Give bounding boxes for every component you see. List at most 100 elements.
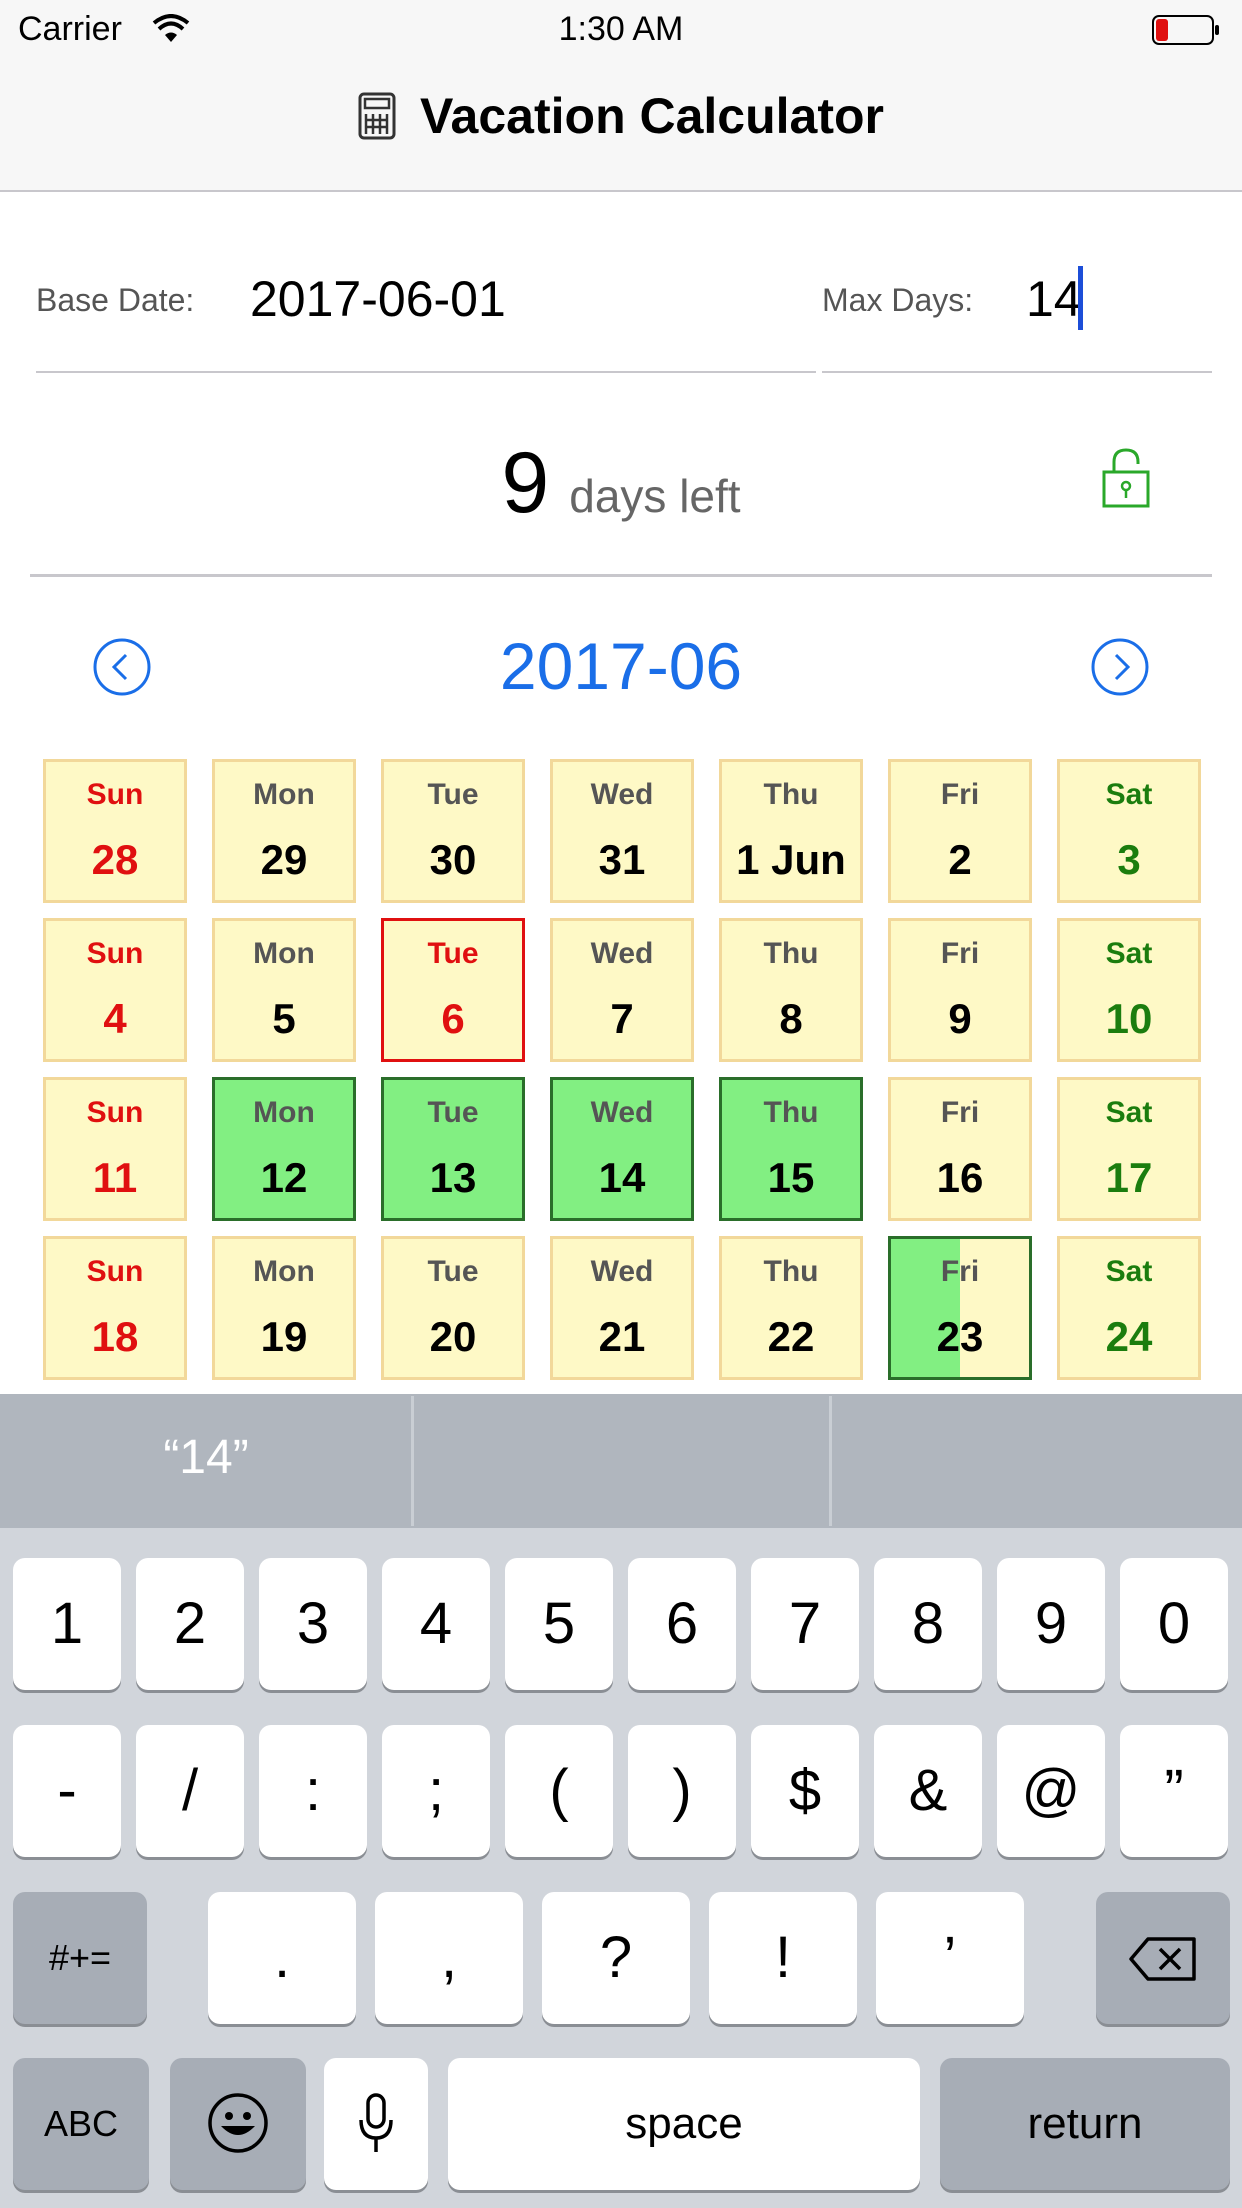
punctuation-key[interactable]: . (208, 1892, 356, 2024)
emoji-icon (208, 2093, 268, 2153)
punctuation-key[interactable]: ’ (876, 1892, 1024, 2024)
weekday-label: Thu (763, 937, 819, 970)
calendar-day-cell[interactable]: Mon 29 (212, 759, 356, 903)
calendar-day-cell[interactable]: Mon 5 (212, 918, 356, 1062)
calendar-day-cell[interactable]: Fri 23 (888, 1236, 1032, 1380)
backspace-icon (1129, 1937, 1196, 1981)
date-number: 30 (429, 836, 477, 883)
digit-key[interactable]: 7 (751, 1558, 859, 1690)
calendar-day-cell[interactable]: Tue 6 (381, 918, 525, 1062)
date-number: 15 (767, 1154, 815, 1201)
calendar-day-cell[interactable]: Wed 7 (550, 918, 694, 1062)
calendar-day-cell[interactable]: Sun 11 (43, 1077, 187, 1221)
weekday-label: Sat (1105, 937, 1153, 970)
digit-key[interactable]: 5 (505, 1558, 613, 1690)
date-number: 24 (1105, 1313, 1153, 1360)
digit-key[interactable]: 2 (136, 1558, 244, 1690)
date-number: 20 (429, 1313, 477, 1360)
date-number: 19 (260, 1313, 308, 1360)
calendar-day-cell[interactable]: Fri 2 (888, 759, 1032, 903)
calendar-day-cell[interactable]: Sat 3 (1057, 759, 1201, 903)
weekday-label: Sat (1105, 1255, 1153, 1288)
calendar-day-cell[interactable]: Tue 20 (381, 1236, 525, 1380)
calendar-day-cell[interactable]: Sun 18 (43, 1236, 187, 1380)
calendar-day-cell[interactable]: Sat 24 (1057, 1236, 1201, 1380)
weekday-label: Sat (1105, 1096, 1153, 1129)
weekday-label: Mon (253, 1255, 315, 1288)
symbol-key[interactable]: : (259, 1725, 367, 1857)
calendar-day-cell[interactable]: Thu 8 (719, 918, 863, 1062)
digit-key[interactable]: 6 (628, 1558, 736, 1690)
symbol-key[interactable]: ) (628, 1725, 736, 1857)
symbol-key[interactable]: ” (1120, 1725, 1228, 1857)
weekday-label: Sun (86, 937, 144, 970)
calendar-day-cell[interactable]: Sun 28 (43, 759, 187, 903)
calendar-day-cell[interactable]: Thu 15 (719, 1077, 863, 1221)
symbol-key[interactable]: ( (505, 1725, 613, 1857)
weekday-label: Tue (427, 1096, 479, 1129)
calendar-day-cell[interactable]: Tue 13 (381, 1077, 525, 1221)
date-number: 18 (91, 1313, 139, 1360)
weekday-label: Fri (940, 1255, 980, 1288)
digit-key[interactable]: 1 (13, 1558, 121, 1690)
weekday-label: Tue (427, 1255, 479, 1288)
punctuation-key[interactable]: ! (709, 1892, 857, 2024)
date-number: 13 (429, 1154, 477, 1201)
weekday-label: Mon (253, 1096, 315, 1129)
date-number: 1 Jun (736, 836, 846, 883)
calendar-day-cell[interactable]: Sun 4 (43, 918, 187, 1062)
weekday-label: Mon (253, 778, 315, 811)
weekday-label: Sun (86, 1255, 144, 1288)
weekday-label: Wed (590, 1096, 654, 1129)
calendar-day-cell[interactable]: Mon 12 (212, 1077, 356, 1221)
calendar-day-cell[interactable]: Thu 1 Jun (719, 759, 863, 903)
calendar-day-cell[interactable]: Fri 9 (888, 918, 1032, 1062)
symbol-key[interactable]: ; (382, 1725, 490, 1857)
date-number: 21 (598, 1313, 646, 1360)
calendar-day-cell[interactable]: Tue 30 (381, 759, 525, 903)
weekday-label: Wed (590, 778, 654, 811)
calendar-day-cell[interactable]: Mon 19 (212, 1236, 356, 1380)
weekday-label: Tue (427, 778, 479, 811)
calendar-day-cell[interactable]: Wed 14 (550, 1077, 694, 1221)
suggestion-item[interactable]: “14” (0, 1430, 412, 1485)
calendar-grid: Sun 28 Mon 29 Tue 30 Wed 31 Thu 1 Jun Fri 2 Sat 3 Sun 4… (0, 0, 1242, 1394)
weekday-label: Wed (590, 1255, 654, 1288)
calendar-day-cell[interactable]: Fri 16 (888, 1077, 1032, 1221)
calendar-day-cell[interactable]: Wed 31 (550, 759, 694, 903)
calendar-day-cell[interactable]: Wed 21 (550, 1236, 694, 1380)
symbol-key[interactable]: / (136, 1725, 244, 1857)
date-number: 4 (103, 995, 127, 1042)
date-number: 8 (779, 995, 803, 1042)
microphone-key[interactable] (324, 2058, 428, 2190)
date-number: 10 (1105, 995, 1153, 1042)
symbol-key[interactable]: & (874, 1725, 982, 1857)
digit-key[interactable]: 3 (259, 1558, 367, 1690)
weekday-label: Fri (940, 1096, 980, 1129)
delete-key[interactable] (1096, 1892, 1230, 2024)
digit-key[interactable]: 8 (874, 1558, 982, 1690)
emoji-key[interactable] (170, 2058, 306, 2190)
symbols-key[interactable]: #+= (13, 1892, 147, 2024)
date-number: 2 (948, 836, 972, 883)
digit-key[interactable]: 4 (382, 1558, 490, 1690)
date-number: 23 (936, 1313, 984, 1360)
symbol-key[interactable]: $ (751, 1725, 859, 1857)
symbol-key[interactable]: @ (997, 1725, 1105, 1857)
date-number: 28 (91, 836, 139, 883)
abc-key[interactable]: ABC (13, 2058, 149, 2190)
date-number: 12 (260, 1154, 308, 1201)
space-key[interactable]: space (448, 2058, 920, 2190)
digit-key[interactable]: 0 (1120, 1558, 1228, 1690)
return-key[interactable]: return (940, 2058, 1230, 2190)
symbol-key[interactable]: - (13, 1725, 121, 1857)
date-number: 14 (598, 1154, 646, 1201)
calendar-day-cell[interactable]: Thu 22 (719, 1236, 863, 1380)
punctuation-key[interactable]: , (375, 1892, 523, 2024)
date-number: 11 (92, 1154, 138, 1201)
calendar-day-cell[interactable]: Sat 10 (1057, 918, 1201, 1062)
calendar-day-cell[interactable]: Sat 17 (1057, 1077, 1201, 1221)
digit-key[interactable]: 9 (997, 1558, 1105, 1690)
punctuation-key[interactable]: ? (542, 1892, 690, 2024)
weekday-label: Wed (590, 937, 654, 970)
